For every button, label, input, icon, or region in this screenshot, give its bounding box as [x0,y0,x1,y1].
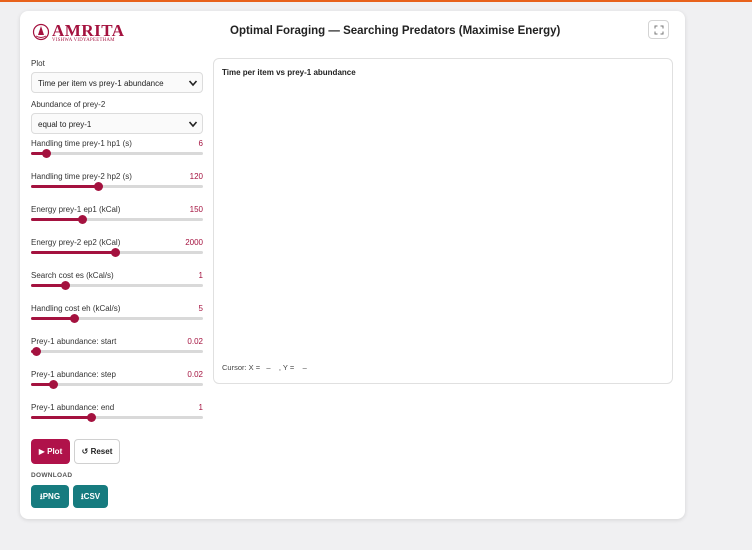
download-label: DOWNLOAD [31,472,73,479]
slider-label: Handling time prey-2 hp2 (s) [31,172,132,181]
controls-sidebar: Plot Time per item vs prey-1 abundance A… [31,59,206,436]
slider-label: Energy prey-2 ep2 (kCal) [31,238,121,247]
plot-area[interactable]: Time per item vs prey-1 abundance Cursor… [213,58,673,384]
plot-button[interactable]: ▶ Plot [31,439,70,464]
plot-select-value: Time per item vs prey-1 abundance [38,79,164,88]
slider-track[interactable] [31,281,203,290]
slider-track[interactable] [31,413,203,422]
download-csv-button[interactable]: ⭳CSV [73,485,108,508]
slider-value: 5 [198,304,203,313]
slider-label: Handling time prey-1 hp1 (s) [31,139,132,148]
slider-label: Search cost es (kCal/s) [31,271,114,280]
slider-track[interactable] [31,149,203,158]
slider-value: 150 [189,205,203,214]
plot-title: Time per item vs prey-1 abundance [222,68,356,77]
slider-thumb[interactable] [86,413,96,422]
slider-label: Prey-1 abundance: start [31,337,117,346]
slider-track[interactable] [31,380,203,389]
slider-track[interactable] [31,215,203,224]
abundance-select-value: equal to prey-1 [38,120,92,129]
expand-icon [654,25,664,35]
slider-thumb[interactable] [110,248,120,257]
download-png-button[interactable]: ⭳PNG [31,485,69,508]
slider-es: Search cost es (kCal/s) 1 [31,271,203,304]
chevron-down-icon [188,80,198,87]
slider-label: Prey-1 abundance: end [31,403,115,412]
slider-hp1: Handling time prey-1 hp1 (s) 6 [31,139,203,172]
abundance-select[interactable]: equal to prey-1 [31,113,203,134]
slider-eh: Handling cost eh (kCal/s) 5 [31,304,203,337]
slider-track[interactable] [31,347,203,356]
slider-track[interactable] [31,314,203,323]
slider-thumb[interactable] [60,281,70,290]
slider-fill [31,251,116,254]
slider-value: 2000 [185,238,203,247]
slider-track[interactable] [31,182,203,191]
page-title: Optimal Foraging — Searching Predators (… [230,25,561,37]
slider-abundance-step: Prey-1 abundance: step 0.02 [31,370,203,403]
top-accent-bar [0,0,752,2]
plot-select-label: Plot [31,59,45,68]
slider-value: 1 [198,271,203,280]
slider-abundance-start: Prey-1 abundance: start 0.02 [31,337,203,370]
reset-button[interactable]: ↺ Reset [74,439,120,464]
plot-select[interactable]: Time per item vs prey-1 abundance [31,72,203,93]
slider-abundance-end: Prey-1 abundance: end 1 [31,403,203,436]
slider-thumb[interactable] [69,314,79,323]
slider-fill [31,185,99,188]
slider-hp2: Handling time prey-2 hp2 (s) 120 [31,172,203,205]
slider-fill [31,317,74,320]
slider-thumb[interactable] [78,215,88,224]
slider-value: 6 [198,139,203,148]
logo-subtext: VISHWA VIDYAPEETHAM [52,38,115,43]
slider-value: 0.02 [187,337,203,346]
slider-list: Handling time prey-1 hp1 (s) 6 Handling … [31,139,206,436]
slider-ep2: Energy prey-2 ep2 (kCal) 2000 [31,238,203,271]
slider-thumb[interactable] [48,380,58,389]
slider-thumb[interactable] [93,182,103,191]
slider-track[interactable] [31,248,203,257]
abundance-select-label: Abundance of prey-2 [31,100,106,109]
slider-fill [31,416,92,419]
app-card: AMRITA VISHWA VIDYAPEETHAM Optimal Forag… [20,11,685,519]
amrita-emblem-icon [32,23,50,41]
chevron-down-icon [188,121,198,128]
header: AMRITA VISHWA VIDYAPEETHAM Optimal Forag… [20,11,685,53]
slider-ep1: Energy prey-1 ep1 (kCal) 150 [31,205,203,238]
cursor-readout: Cursor: X = – , Y = – [222,363,307,372]
slider-thumb[interactable] [41,149,51,158]
slider-value: 1 [198,403,203,412]
slider-value: 0.02 [187,370,203,379]
fullscreen-button[interactable] [648,20,669,39]
slider-value: 120 [189,172,203,181]
slider-label: Energy prey-1 ep1 (kCal) [31,205,121,214]
amrita-logo: AMRITA VISHWA VIDYAPEETHAM [32,21,124,45]
slider-label: Prey-1 abundance: step [31,370,116,379]
slider-label: Handling cost eh (kCal/s) [31,304,121,313]
slider-thumb[interactable] [31,347,41,356]
slider-fill [31,218,83,221]
